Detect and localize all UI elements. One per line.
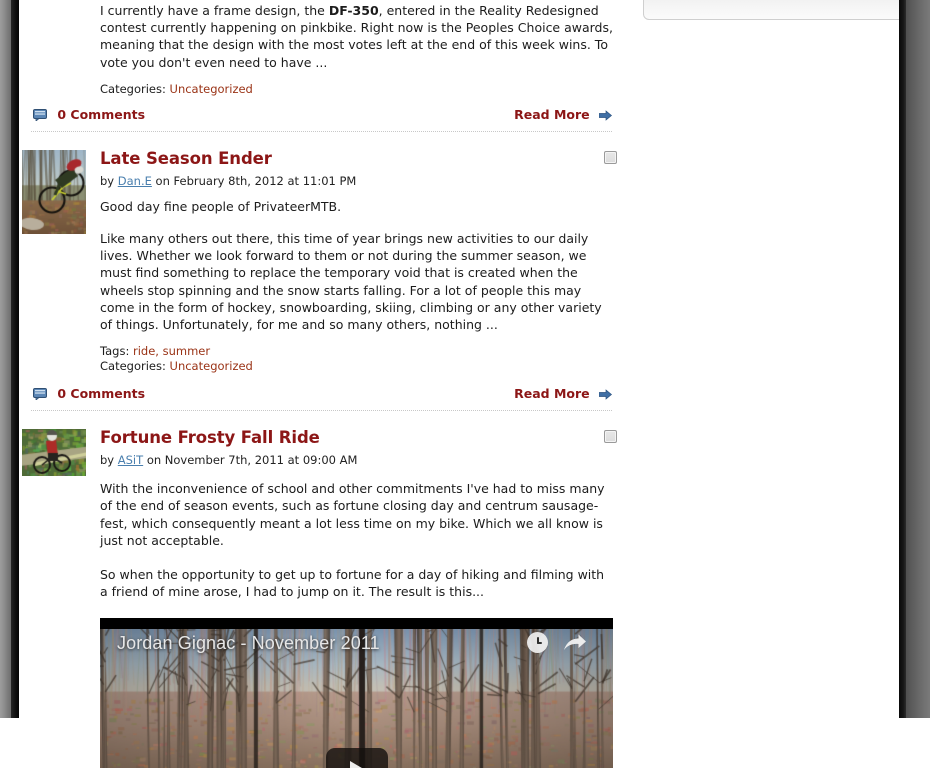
video-action-bar: [527, 632, 587, 654]
blog-post: I currently have a frame design, the DF-…: [19, 0, 634, 132]
post-author-link[interactable]: Dan.E: [118, 174, 152, 188]
page-root: I currently have a frame design, the DF-…: [0, 0, 930, 768]
tag-link[interactable]: ride, summer: [133, 344, 210, 358]
comment-bubble-icon: [33, 108, 47, 125]
post-thumbnail[interactable]: [21, 428, 87, 478]
post-intro: Good day fine people of PrivateerMTB.: [100, 198, 342, 214]
post-thumbnail[interactable]: [21, 148, 87, 235]
post-categories: Categories: Uncategorized: [100, 359, 614, 374]
page-gutter-right: [906, 0, 930, 718]
post-paragraph: So when the opportunity to get up to for…: [100, 567, 605, 600]
categories-label: Categories:: [100, 359, 166, 374]
comments-link[interactable]: 0 Comments: [33, 386, 145, 404]
categories-label: Categories:: [100, 81, 166, 96]
comment-bubble-icon: [33, 388, 47, 404]
video-title: Jordan Gignac - November 2011: [117, 633, 380, 654]
video-top-bar: [100, 618, 613, 630]
clock-icon[interactable]: [527, 632, 548, 654]
blog-post: Late Season Ender by Dan.E on February 8…: [19, 132, 634, 412]
post-tags: Tags: ride, summer: [100, 344, 614, 359]
post-taxonomy: Tags: ride, summer Categories: Uncategor…: [100, 344, 614, 374]
post-title[interactable]: Fortune Frosty Fall Ride: [100, 428, 614, 448]
page-rail-right: [899, 0, 906, 718]
share-arrow-icon[interactable]: [563, 633, 587, 653]
comments-link[interactable]: 0 Comments: [33, 107, 145, 125]
post-select-checkbox[interactable]: [604, 430, 617, 444]
tags-label: Tags:: [100, 344, 130, 359]
post-footer: 0 Comments Read More: [19, 107, 620, 131]
blog-post-list: I currently have a frame design, the DF-…: [19, 0, 634, 768]
comments-count-label: 0 Comments: [57, 106, 146, 122]
blog-post: Fortune Frosty Fall Ride by ASiT on Nove…: [19, 411, 634, 768]
byline-date: on February 8th, 2012 at 11:01 PM: [155, 173, 357, 188]
post-select-checkbox[interactable]: [604, 150, 617, 164]
post-author-link[interactable]: ASiT: [118, 453, 143, 467]
post-byline: by ASiT on November 7th, 2011 at 09:00 A…: [100, 453, 614, 467]
sidebar-widget-box[interactable]: [643, 0, 914, 20]
category-link[interactable]: Uncategorized: [170, 82, 253, 96]
post-paragraph: With the inconvenience of school and oth…: [100, 481, 605, 548]
byline-date: on November 7th, 2011 at 09:00 AM: [146, 453, 358, 468]
page-rail-left: [11, 0, 19, 718]
comments-count-label: 0 Comments: [57, 386, 146, 402]
post-categories: Categories: Uncategorized: [100, 82, 614, 97]
byline-prefix: by: [100, 453, 115, 468]
post-footer: 0 Comments Read More: [19, 386, 620, 410]
post-excerpt: I currently have a frame design, the DF-…: [100, 3, 613, 70]
category-link[interactable]: Uncategorized: [170, 359, 253, 373]
read-more-link[interactable]: Read More: [514, 386, 613, 404]
right-arrow-icon: [598, 388, 613, 404]
right-arrow-icon: [598, 109, 613, 125]
read-more-label: Read More: [514, 106, 590, 122]
post-title[interactable]: Late Season Ender: [100, 149, 614, 169]
read-more-link[interactable]: Read More: [514, 106, 613, 125]
read-more-label: Read More: [514, 386, 590, 402]
video-embed[interactable]: Jordan Gignac - November 2011: [100, 618, 613, 768]
sidebar: [635, 0, 914, 718]
play-button-icon[interactable]: [325, 748, 388, 768]
page-gutter-left: [0, 0, 11, 718]
byline-prefix: by: [100, 173, 115, 188]
post-byline: by Dan.E on February 8th, 2012 at 11:01 …: [100, 174, 614, 188]
post-excerpt: Like many others out there, this time of…: [100, 231, 602, 333]
